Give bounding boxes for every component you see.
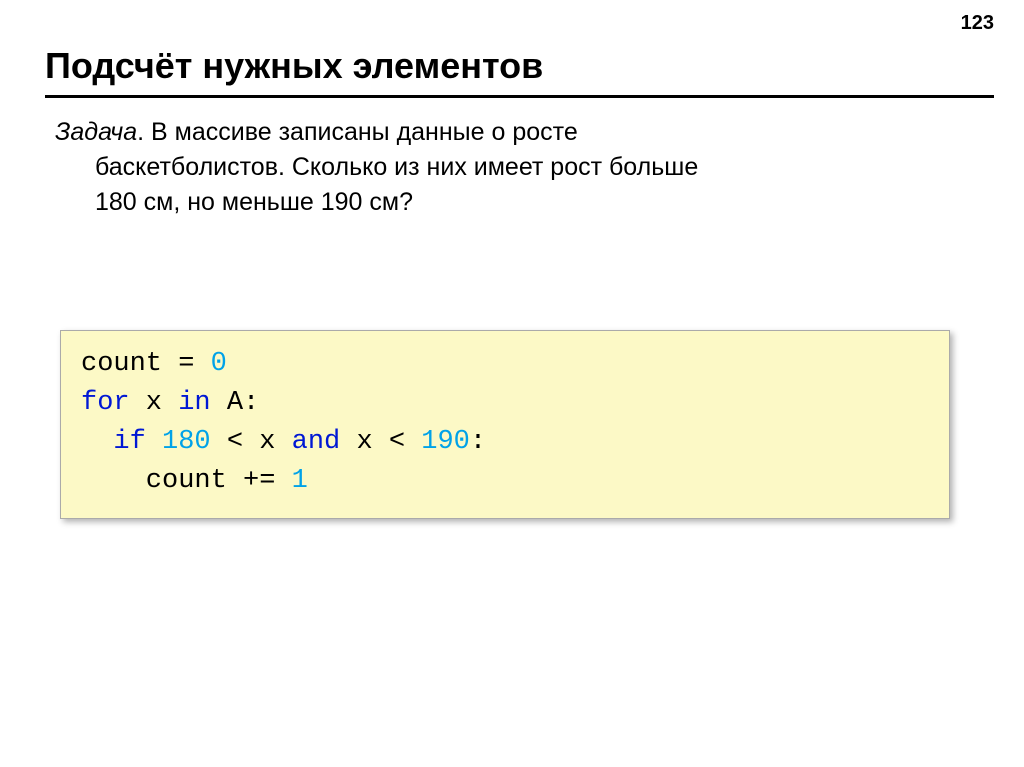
code-token [146,427,162,457]
code-token: = [162,349,211,379]
task-line1: . В массиве записаны данные о росте [137,118,578,146]
task-text: Задача. В массиве записаны данные о рост… [55,115,964,220]
slide-title: Подсчёт нужных элементов [45,45,543,87]
code-token [81,427,113,457]
code-token: 1 [292,466,308,496]
code-token: : [470,427,486,457]
title-underline [45,95,994,98]
code-keyword: in [178,388,210,418]
page-number: 123 [961,12,994,35]
code-token: 0 [211,349,227,379]
task-line2: баскетболистов. Сколько из них имеет рос… [55,150,964,185]
code-keyword: if [113,427,145,457]
code-token: A: [211,388,260,418]
code-token: 180 [162,427,211,457]
task-line3: 180 см, но меньше 190 см? [55,185,964,220]
code-keyword: and [292,427,341,457]
code-keyword: for [81,388,130,418]
code-token: count [81,349,162,379]
code-token: count += [81,466,292,496]
code-token: 190 [421,427,470,457]
code-block: count = 0 for x in A: if 180 < x and x <… [60,330,950,519]
code-token: < x [211,427,292,457]
code-token: x [130,388,179,418]
task-label: Задача [55,118,137,146]
code-token: x < [340,427,421,457]
